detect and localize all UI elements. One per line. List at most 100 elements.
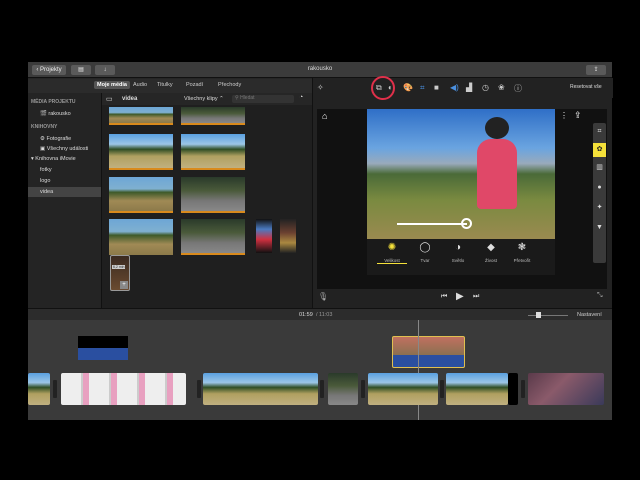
window-title: rakousko bbox=[307, 66, 333, 72]
adjust-size-label: Velikost bbox=[377, 258, 407, 264]
selected-clip-thumbnail[interactable]: 6,2 min + bbox=[110, 255, 130, 291]
adjust-shape[interactable]: ◯ Tvar bbox=[410, 242, 440, 263]
sidebar: MÉDIA PROJEKTU 🎬 rakousko KNIHOVNY ⚙ Fot… bbox=[28, 93, 102, 308]
microphone-icon[interactable]: 🎙 bbox=[318, 292, 328, 301]
tab-audio[interactable]: Audio bbox=[133, 82, 147, 88]
sidebar-item-photos[interactable]: ⚙ Fotografie bbox=[40, 136, 71, 142]
tab-backgrounds[interactable]: Pozadí bbox=[186, 82, 203, 88]
sidebar-item-imovie-library[interactable]: ▾ Knihovna iMovie bbox=[31, 156, 76, 162]
clip-thumbnail[interactable] bbox=[109, 219, 173, 255]
fullscreen-icon[interactable]: ⤡ bbox=[597, 292, 603, 300]
stabilization-icon[interactable]: ■ bbox=[434, 83, 439, 92]
tab-titles[interactable]: Titulky bbox=[157, 82, 173, 88]
tab-transitions[interactable]: Přechody bbox=[218, 82, 241, 88]
section-libraries: KNIHOVNY bbox=[31, 124, 58, 130]
adjust-reshape-label: Přetvořit bbox=[513, 258, 531, 263]
sidebar-item-project[interactable]: 🎬 rakousko bbox=[40, 111, 71, 117]
marker-icon[interactable]: ▼ bbox=[593, 221, 606, 235]
timeline-clip[interactable] bbox=[446, 373, 508, 405]
phone-clip-thumbnail[interactable] bbox=[280, 219, 296, 253]
video-preview bbox=[367, 109, 555, 239]
adjust-slider-track bbox=[397, 223, 467, 225]
skip-back-icon[interactable]: ⏮ bbox=[441, 293, 447, 301]
play-icon[interactable]: ▶ bbox=[456, 291, 464, 302]
adjust-size[interactable]: ✺ Velikost bbox=[377, 242, 407, 264]
clip-thumbnail[interactable] bbox=[181, 134, 245, 170]
volume-icon[interactable]: ◀) bbox=[450, 83, 459, 92]
phone-clip-thumbnail[interactable] bbox=[256, 219, 272, 253]
skip-forward-icon[interactable]: ⏭ bbox=[473, 293, 479, 301]
transition[interactable] bbox=[361, 380, 365, 398]
sidebar-item-all-events[interactable]: ▣ Všechny události bbox=[40, 146, 88, 152]
home-icon[interactable]: ⌂ bbox=[322, 111, 327, 121]
filter-icon[interactable]: ❀ bbox=[498, 83, 505, 92]
library-label: Knihovna iMovie bbox=[35, 156, 76, 162]
overlay-clip-selected[interactable] bbox=[392, 336, 465, 368]
noise-reduction-icon[interactable]: ▟ bbox=[466, 83, 472, 92]
sidebar-item-fotky[interactable]: fotky bbox=[40, 167, 52, 173]
search-field[interactable]: ⚲ Hledat bbox=[232, 95, 294, 103]
sidebar-toggle-icon[interactable]: ▭ bbox=[106, 95, 113, 103]
timeline-clip[interactable] bbox=[328, 373, 358, 405]
adjust-light[interactable]: ◑ Světlo bbox=[443, 242, 473, 263]
adjust-vibrance-label: Živost bbox=[484, 258, 497, 263]
zoom-slider-handle[interactable] bbox=[536, 312, 541, 318]
adjust-vibrance[interactable]: ◆ Živost bbox=[476, 242, 506, 263]
info-icon[interactable]: ⓘ bbox=[514, 83, 522, 94]
folder-name: videa bbox=[122, 96, 138, 102]
reshape-icon: ❃ bbox=[517, 242, 527, 253]
speed-icon[interactable]: ◷ bbox=[482, 83, 489, 92]
media-tabs: Moje média Audio Titulky Pozadí Přechody bbox=[28, 79, 312, 93]
color-balance-icon[interactable]: ◐ bbox=[388, 83, 393, 92]
timeline-clip[interactable] bbox=[203, 373, 318, 405]
clip-thumbnail[interactable] bbox=[181, 219, 245, 255]
reset-all-button[interactable]: Resetovat vše bbox=[570, 84, 602, 90]
zoom-slider[interactable] bbox=[528, 315, 568, 316]
transition[interactable] bbox=[197, 380, 201, 398]
transition[interactable] bbox=[440, 380, 444, 398]
crop-tool-icon[interactable]: ⌗ bbox=[593, 125, 606, 139]
light-bulb-icon[interactable]: ● bbox=[593, 181, 606, 195]
playhead[interactable] bbox=[418, 320, 419, 420]
browser-toolbar: ▭ videa Všechny klipy ⌃ ⚲ Hledat ◔ bbox=[102, 93, 312, 105]
more-icon[interactable]: ⋮ bbox=[560, 111, 568, 120]
audio-clip[interactable] bbox=[78, 348, 128, 360]
total-time: / 11:03 bbox=[316, 312, 333, 318]
timeline-settings-button[interactable]: Nastavení bbox=[577, 312, 602, 318]
crop-icon[interactable]: ⌗ bbox=[420, 83, 425, 93]
size-tool-icon[interactable]: ✿ bbox=[593, 143, 606, 157]
magic-wand-icon[interactable]: ✧ bbox=[317, 83, 324, 92]
sidebar-item-logo[interactable]: logo bbox=[40, 178, 50, 184]
timeline-clip[interactable] bbox=[508, 373, 518, 405]
transition[interactable] bbox=[521, 380, 525, 398]
sidebar-item-videa[interactable]: videa bbox=[28, 187, 101, 197]
clip-thumbnail[interactable] bbox=[181, 177, 245, 213]
share-button[interactable]: ⇪ bbox=[586, 65, 606, 75]
add-clip-icon[interactable]: + bbox=[120, 281, 128, 289]
clip-thumbnail[interactable] bbox=[109, 134, 173, 170]
paint-bucket-icon: ◆ bbox=[487, 242, 495, 253]
color-correction-icon[interactable]: 🎨 bbox=[403, 83, 413, 92]
photos-label: Fotografie bbox=[46, 136, 72, 142]
clip-thumbnail[interactable] bbox=[109, 177, 173, 213]
section-project-media: MÉDIA PROJEKTU bbox=[31, 99, 76, 105]
filmstrip-icon[interactable]: ▥ bbox=[593, 161, 606, 175]
rider bbox=[477, 139, 517, 209]
settings-icon[interactable]: ◔ bbox=[299, 94, 303, 101]
transition[interactable] bbox=[53, 380, 57, 398]
video-overlay-icon[interactable]: ⧉ bbox=[376, 83, 382, 93]
timeline-clip[interactable] bbox=[368, 373, 438, 405]
clip-filter-select[interactable]: Všechny klipy ⌃ bbox=[184, 96, 224, 102]
clip-thumbnail[interactable] bbox=[109, 107, 173, 125]
transition[interactable] bbox=[320, 380, 324, 398]
timeline-clip[interactable] bbox=[28, 373, 50, 405]
tab-my-media[interactable]: Moje média bbox=[94, 81, 130, 89]
adjust-slider-handle[interactable] bbox=[461, 218, 472, 229]
timeline-clip[interactable] bbox=[528, 373, 604, 405]
clip-thumbnail[interactable] bbox=[181, 107, 245, 125]
right-tool-strip: ⌗ ✿ ▥ ● ✦ ▼ bbox=[593, 123, 606, 263]
magic-icon[interactable]: ✦ bbox=[593, 201, 606, 215]
share-icon[interactable]: ⇪ bbox=[574, 110, 582, 121]
timeline-clip[interactable] bbox=[61, 373, 186, 405]
adjust-reshape[interactable]: ❃ Přetvořit bbox=[507, 242, 537, 263]
